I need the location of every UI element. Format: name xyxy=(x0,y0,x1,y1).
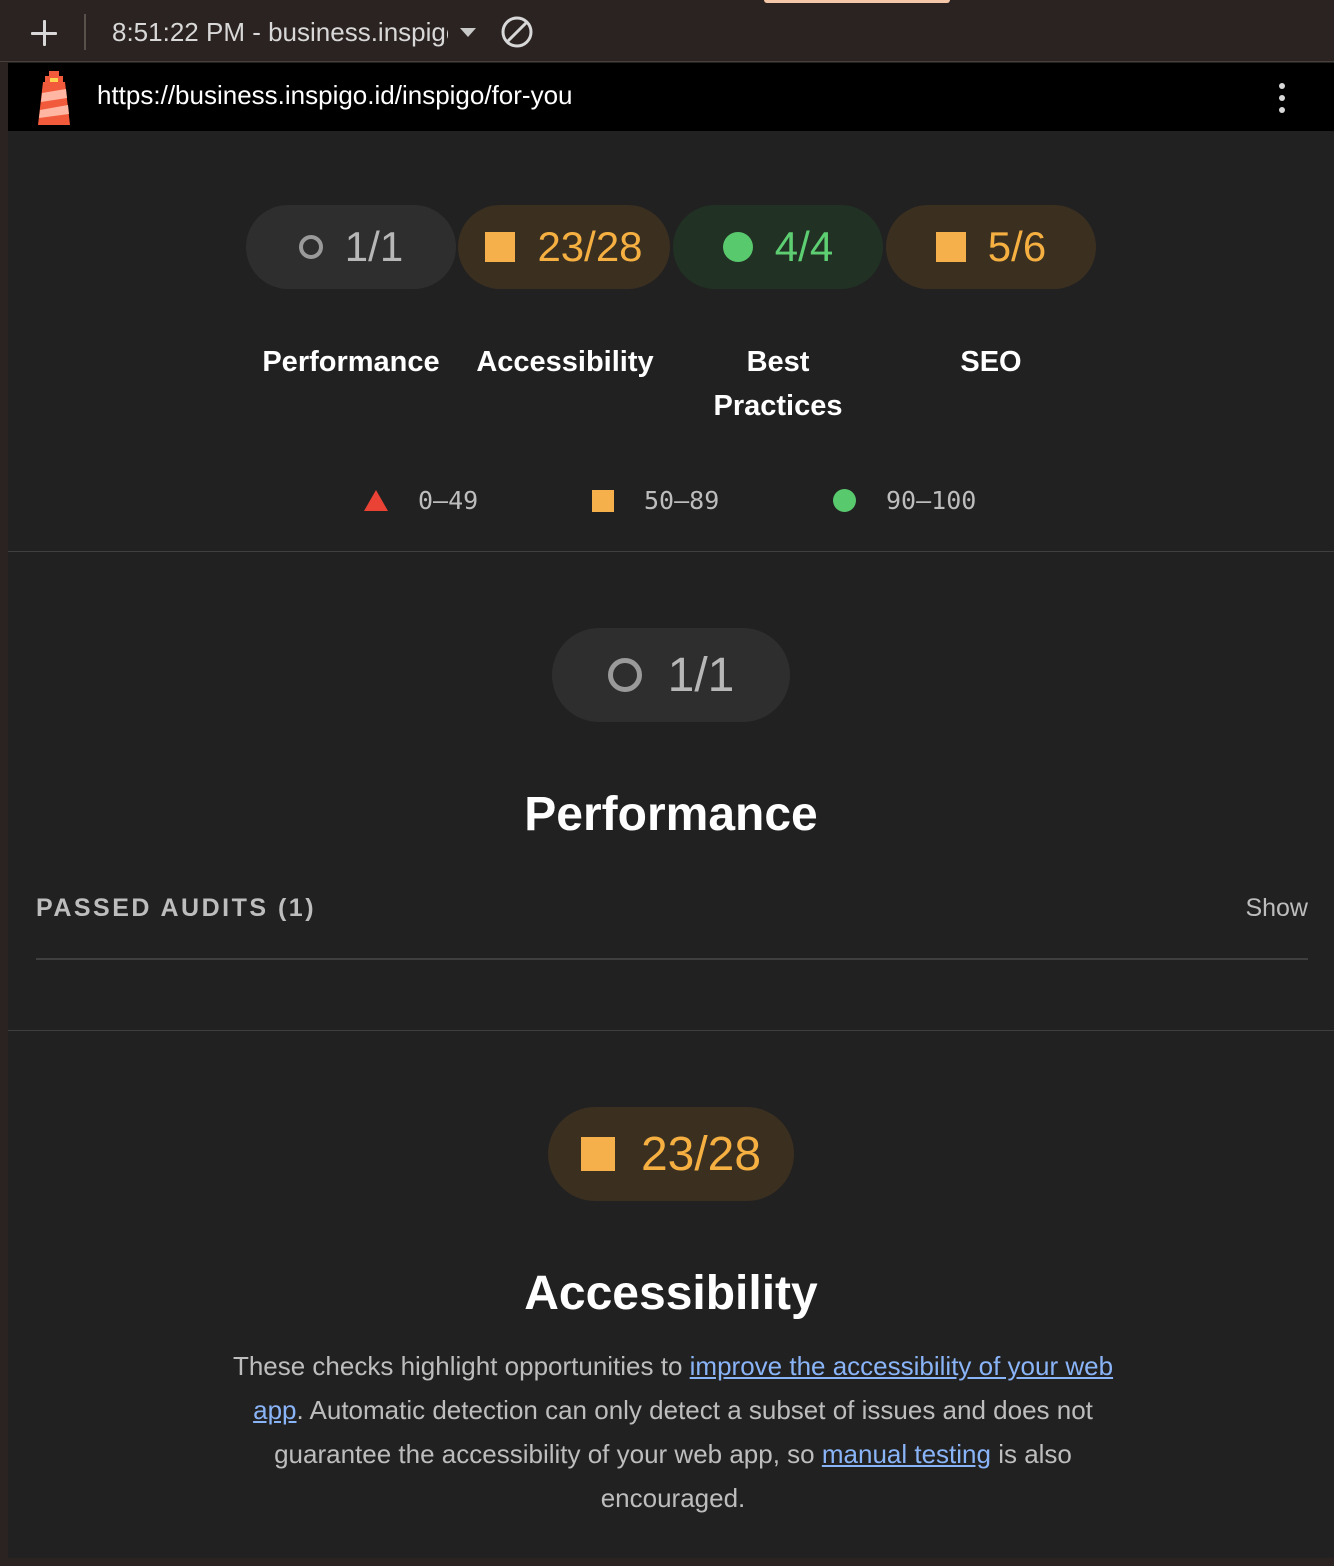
passed-audits-label: PASSED AUDITS (1) xyxy=(36,894,317,922)
show-passed-audits-button[interactable]: Show xyxy=(1245,894,1308,923)
gauge-accessibility[interactable]: 23/28 xyxy=(458,205,670,289)
plus-icon[interactable] xyxy=(28,17,60,49)
category-label-accessibility[interactable]: Accessibility xyxy=(460,340,670,384)
legend-average-range: 50–89 xyxy=(644,486,720,515)
legend-pass-range: 90–100 xyxy=(886,486,977,515)
section-divider xyxy=(8,551,1334,552)
category-label-seo[interactable]: SEO xyxy=(886,340,1096,384)
performance-score: 1/1 xyxy=(667,648,735,702)
section-divider xyxy=(8,1030,1334,1031)
performance-title: Performance xyxy=(524,788,818,841)
passed-audits-group[interactable]: PASSED AUDITS (1) Show xyxy=(36,894,1308,930)
gauge-performance[interactable]: 1/1 xyxy=(246,205,456,289)
gauge-performance-score: 1/1 xyxy=(344,223,404,270)
category-label-best-line1: Best xyxy=(746,346,810,378)
gauge-seo[interactable]: 5/6 xyxy=(886,205,1096,289)
unscored-icon xyxy=(298,235,323,259)
pass-circle-icon xyxy=(722,232,753,262)
lighthouse-toolbar: 8:51:22 PM - business.inspigo.id xyxy=(0,0,1334,62)
performance-score-gauge: 1/1 xyxy=(552,628,790,722)
average-square-icon xyxy=(485,232,516,262)
category-label-best-practices[interactable]: Best Practices xyxy=(673,340,883,428)
report-url[interactable]: https://business.inspigo.id/inspigo/for-… xyxy=(97,80,573,111)
gauge-seo-score: 5/6 xyxy=(987,223,1047,270)
accessibility-score-gauge: 23/28 xyxy=(548,1107,794,1201)
average-square-icon xyxy=(580,1137,615,1171)
window-frame-bottom xyxy=(0,1558,1334,1566)
unscored-icon xyxy=(607,658,642,692)
gauge-best-practices[interactable]: 4/4 xyxy=(673,205,883,289)
report-selector-dropdown[interactable]: 8:51:22 PM - business.inspigo.id xyxy=(112,14,487,50)
legend-fail: 0–49 xyxy=(364,486,478,515)
gauge-accessibility-score: 23/28 xyxy=(537,223,643,270)
desc-text-1: These checks highlight opportunities to xyxy=(232,1351,690,1381)
report-selector-label: 8:51:22 PM - business.inspigo.id xyxy=(112,16,448,47)
legend-fail-range: 0–49 xyxy=(418,486,479,515)
category-label-performance[interactable]: Performance xyxy=(246,340,456,384)
chevron-down-icon xyxy=(460,27,476,37)
accessibility-title: Accessibility xyxy=(524,1267,818,1320)
audit-group-divider xyxy=(36,958,1308,960)
legend-average: 50–89 xyxy=(592,486,719,515)
legend-pass: 90–100 xyxy=(833,486,976,515)
accessibility-score: 23/28 xyxy=(640,1127,762,1181)
lighthouse-icon xyxy=(38,71,70,125)
pass-circle-icon xyxy=(833,489,856,512)
block-icon[interactable] xyxy=(500,15,534,49)
manual-testing-link[interactable]: manual testing xyxy=(822,1439,991,1469)
average-square-icon xyxy=(935,232,966,262)
fail-triangle-icon xyxy=(364,490,388,511)
category-label-best-line2: Practices xyxy=(713,390,843,422)
toolbar-separator xyxy=(84,14,86,50)
gauge-best-practices-score: 4/4 xyxy=(774,223,834,270)
accessibility-description: These checks highlight opportunities to … xyxy=(228,1344,1118,1520)
average-square-icon xyxy=(592,489,614,512)
more-vertical-icon[interactable] xyxy=(1270,81,1294,115)
window-frame-left xyxy=(0,0,8,1566)
report-url-bar: https://business.inspigo.id/inspigo/for-… xyxy=(8,63,1334,131)
active-indicator xyxy=(764,0,950,3)
